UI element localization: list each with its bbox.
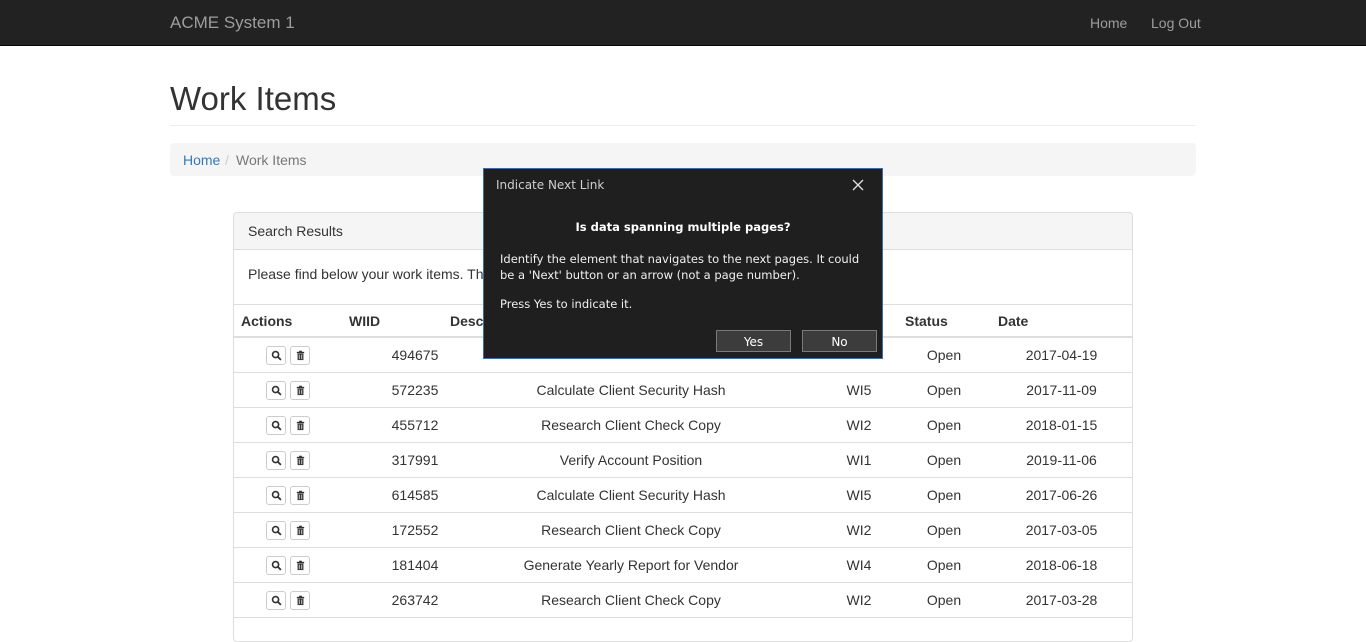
delete-button[interactable] xyxy=(290,381,310,400)
nav-logout-link[interactable]: Log Out xyxy=(1151,15,1201,31)
cell-description: Research Client Check Copy xyxy=(541,417,721,433)
table-row: 317991 Verify Account Position WI1 Open 2019… xyxy=(234,443,1132,478)
cell-status: Open xyxy=(926,382,962,398)
breadcrumb-separator: / xyxy=(225,152,229,168)
cell-type: WI5 xyxy=(846,382,872,398)
column-header-wiid: WIID xyxy=(349,313,381,329)
cell-status: Open xyxy=(926,592,962,608)
table-row: 181404 Generate Yearly Report for Vendor W… xyxy=(234,548,1132,583)
delete-button[interactable] xyxy=(290,556,310,575)
cell-wiid: 181404 xyxy=(391,557,439,573)
column-header-actions: Actions xyxy=(241,313,293,329)
column-header-status: Status xyxy=(905,313,948,329)
cell-type: WI1 xyxy=(846,452,872,468)
title-divider xyxy=(170,125,1196,126)
cell-description: Research Client Check Copy xyxy=(541,592,721,608)
delete-button[interactable] xyxy=(290,591,310,610)
view-button[interactable] xyxy=(266,346,286,365)
breadcrumb-current: Work Items xyxy=(236,152,307,168)
delete-button[interactable] xyxy=(290,451,310,470)
delete-button[interactable] xyxy=(290,416,310,435)
cell-date: 2017-06-26 xyxy=(1025,487,1098,503)
delete-button[interactable] xyxy=(290,346,310,365)
page-title: Work Items xyxy=(170,80,337,117)
cell-wiid: 455712 xyxy=(391,417,439,433)
view-button[interactable] xyxy=(266,521,286,540)
cell-status: Open xyxy=(926,452,962,468)
view-button[interactable] xyxy=(266,451,286,470)
navbar: ACME System 1 Home Log Out xyxy=(0,0,1366,46)
nav-home-link[interactable]: Home xyxy=(1090,15,1127,31)
view-button[interactable] xyxy=(266,416,286,435)
cell-type: WI5 xyxy=(846,487,872,503)
panel-title: Search Results xyxy=(248,223,343,239)
panel-intro-text: Please find below your work items. They … xyxy=(248,266,510,282)
view-button[interactable] xyxy=(266,591,286,610)
cell-type: WI4 xyxy=(846,557,872,573)
cell-description: Research Client Check Copy xyxy=(541,522,721,538)
cell-wiid: 494675 xyxy=(391,347,439,363)
cell-description: Calculate Client Security Hash xyxy=(536,487,726,503)
no-button[interactable]: No xyxy=(802,330,877,352)
delete-button[interactable] xyxy=(290,486,310,505)
cell-date: 2019-11-06 xyxy=(1026,452,1097,468)
cell-type: WI2 xyxy=(846,522,872,538)
cell-wiid: 614585 xyxy=(391,487,439,503)
cell-status: Open xyxy=(926,417,962,433)
dialog-body: Identify the element that navigates to t… xyxy=(500,252,860,282)
yes-button[interactable]: Yes xyxy=(716,330,791,352)
table-row: 614585 Calculate Client Security Hash WI5 O… xyxy=(234,478,1132,513)
cell-date: 2017-03-05 xyxy=(1025,522,1098,538)
cell-wiid: 263742 xyxy=(391,592,439,608)
view-button[interactable] xyxy=(266,556,286,575)
cell-description: Verify Account Position xyxy=(559,452,703,468)
table-row: 263742 Research Client Check Copy WI2 Open 2… xyxy=(234,583,1132,618)
table-row: 172552 Research Client Check Copy WI2 Open 2… xyxy=(234,513,1132,548)
cell-type: WI2 xyxy=(846,592,872,608)
dialog-heading: Is data spanning multiple pages? xyxy=(575,220,791,234)
view-button[interactable] xyxy=(266,486,286,505)
dialog-instruction: Press Yes to indicate it. xyxy=(500,297,633,311)
cell-status: Open xyxy=(926,487,962,503)
brand[interactable]: ACME System 1 xyxy=(170,13,295,33)
view-button[interactable] xyxy=(266,381,286,400)
cell-status: Open xyxy=(926,557,962,573)
indicate-next-link-dialog: Indicate Next Link Is data spanning mult… xyxy=(483,168,883,359)
cell-date: 2017-11-09 xyxy=(1026,382,1097,398)
cell-status: Open xyxy=(926,347,962,363)
cell-type: WI2 xyxy=(846,417,872,433)
cell-wiid: 172552 xyxy=(391,522,439,538)
cell-date: 2018-01-15 xyxy=(1025,417,1098,433)
column-header-date: Date xyxy=(998,313,1029,329)
delete-button[interactable] xyxy=(290,521,310,540)
close-icon[interactable] xyxy=(850,177,866,193)
table-row: 572235 Calculate Client Security Hash WI5 O… xyxy=(234,373,1132,408)
table-row: 455712 Research Client Check Copy WI2 Open 2… xyxy=(234,408,1132,443)
cell-date: 2017-04-19 xyxy=(1025,347,1098,363)
cell-date: 2018-06-18 xyxy=(1025,557,1098,573)
breadcrumb-home-link[interactable]: Home xyxy=(183,152,220,168)
cell-date: 2017-03-28 xyxy=(1025,592,1098,608)
cell-wiid: 317991 xyxy=(391,452,439,468)
cell-status: Open xyxy=(926,522,962,538)
cell-description: Calculate Client Security Hash xyxy=(536,382,726,398)
cell-wiid: 572235 xyxy=(391,382,439,398)
dialog-title: Indicate Next Link xyxy=(496,178,605,192)
cell-description: Generate Yearly Report for Vendor xyxy=(523,557,739,573)
